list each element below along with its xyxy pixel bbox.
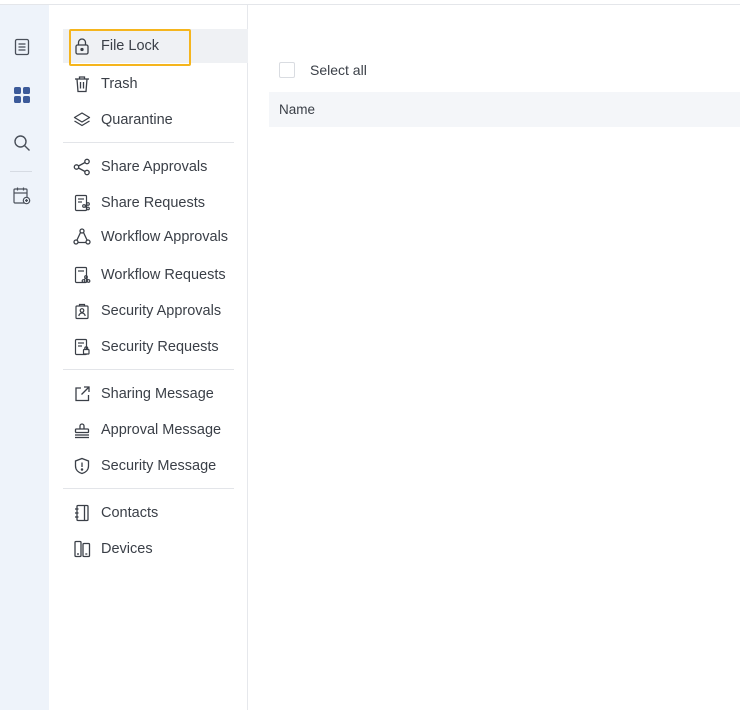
menu-label: Share Approvals [101, 159, 208, 175]
menu-label: Workflow Approvals [101, 229, 229, 245]
menu-label: Sharing Message [101, 386, 214, 402]
icon-rail [0, 5, 49, 710]
select-all-checkbox[interactable] [279, 62, 295, 78]
security-approval-icon [71, 300, 93, 322]
menu-label: File Lock [101, 38, 160, 54]
menu-label: Contacts [101, 505, 159, 521]
contacts-icon [71, 502, 93, 524]
rail-apps-button[interactable] [0, 80, 44, 110]
menu-item-workflow-requests[interactable]: Workflow Requests [63, 258, 248, 292]
menu-label: Workflow Requests [101, 267, 226, 283]
menu-label: Share Requests [101, 195, 205, 211]
menu-divider [63, 142, 234, 143]
share-request-icon [71, 192, 93, 214]
main-panel: Select all Name [249, 5, 740, 710]
calendar-share-icon [12, 186, 32, 206]
menu-item-quarantine[interactable]: Quarantine [63, 103, 248, 137]
menu-item-security-requests[interactable]: Security Requests [63, 330, 248, 364]
menu-item-share-requests[interactable]: Share Requests [63, 186, 248, 220]
menu-label: Security Requests [101, 339, 219, 355]
menu-item-workflow-approvals[interactable]: Workflow Approvals [63, 220, 248, 254]
security-request-icon [71, 336, 93, 358]
lock-icon [71, 35, 93, 57]
menu-label: Security Message [101, 458, 217, 474]
table-header: Name [269, 92, 740, 127]
menu-item-approval-message[interactable]: Approval Message [63, 413, 248, 447]
shield-alert-icon [71, 455, 93, 477]
menu-item-sharing-message[interactable]: Sharing Message [63, 377, 248, 411]
menu-label: Quarantine [101, 112, 173, 128]
search-icon [13, 134, 31, 152]
layers-icon [71, 109, 93, 131]
select-all-control[interactable]: Select all [279, 62, 367, 78]
stamp-icon [71, 419, 93, 441]
rail-search-button[interactable] [0, 128, 44, 158]
menu-item-devices[interactable]: Devices [63, 532, 248, 566]
external-share-icon [71, 383, 93, 405]
trash-icon [71, 73, 93, 95]
menu-item-contacts[interactable]: Contacts [63, 496, 248, 530]
rail-calendar-share-button[interactable] [0, 181, 44, 211]
rail-documents-button[interactable] [0, 32, 44, 62]
document-list-icon [13, 38, 31, 56]
menu-label: Devices [101, 541, 153, 557]
menu-item-file-lock[interactable]: File Lock [63, 29, 248, 66]
workflow-icon [71, 226, 93, 248]
rail-divider [10, 171, 32, 172]
share-icon [71, 156, 93, 178]
menu-label: Approval Message [101, 422, 222, 438]
devices-icon [71, 538, 93, 560]
apps-grid-icon [13, 86, 31, 104]
workflow-request-icon [71, 264, 93, 286]
menu-item-share-approvals[interactable]: Share Approvals [63, 150, 248, 184]
side-menu: File Lock Trash Quarantine Share Approva… [49, 5, 248, 710]
menu-item-security-approvals[interactable]: Security Approvals [63, 294, 248, 328]
menu-item-trash[interactable]: Trash [63, 67, 248, 101]
menu-item-security-message[interactable]: Security Message [63, 449, 248, 483]
menu-divider [63, 488, 234, 489]
menu-label: Security Approvals [101, 303, 222, 319]
menu-label: Trash [101, 76, 138, 92]
column-header-name[interactable]: Name [279, 102, 315, 117]
menu-divider [63, 369, 234, 370]
select-all-label: Select all [310, 62, 367, 78]
